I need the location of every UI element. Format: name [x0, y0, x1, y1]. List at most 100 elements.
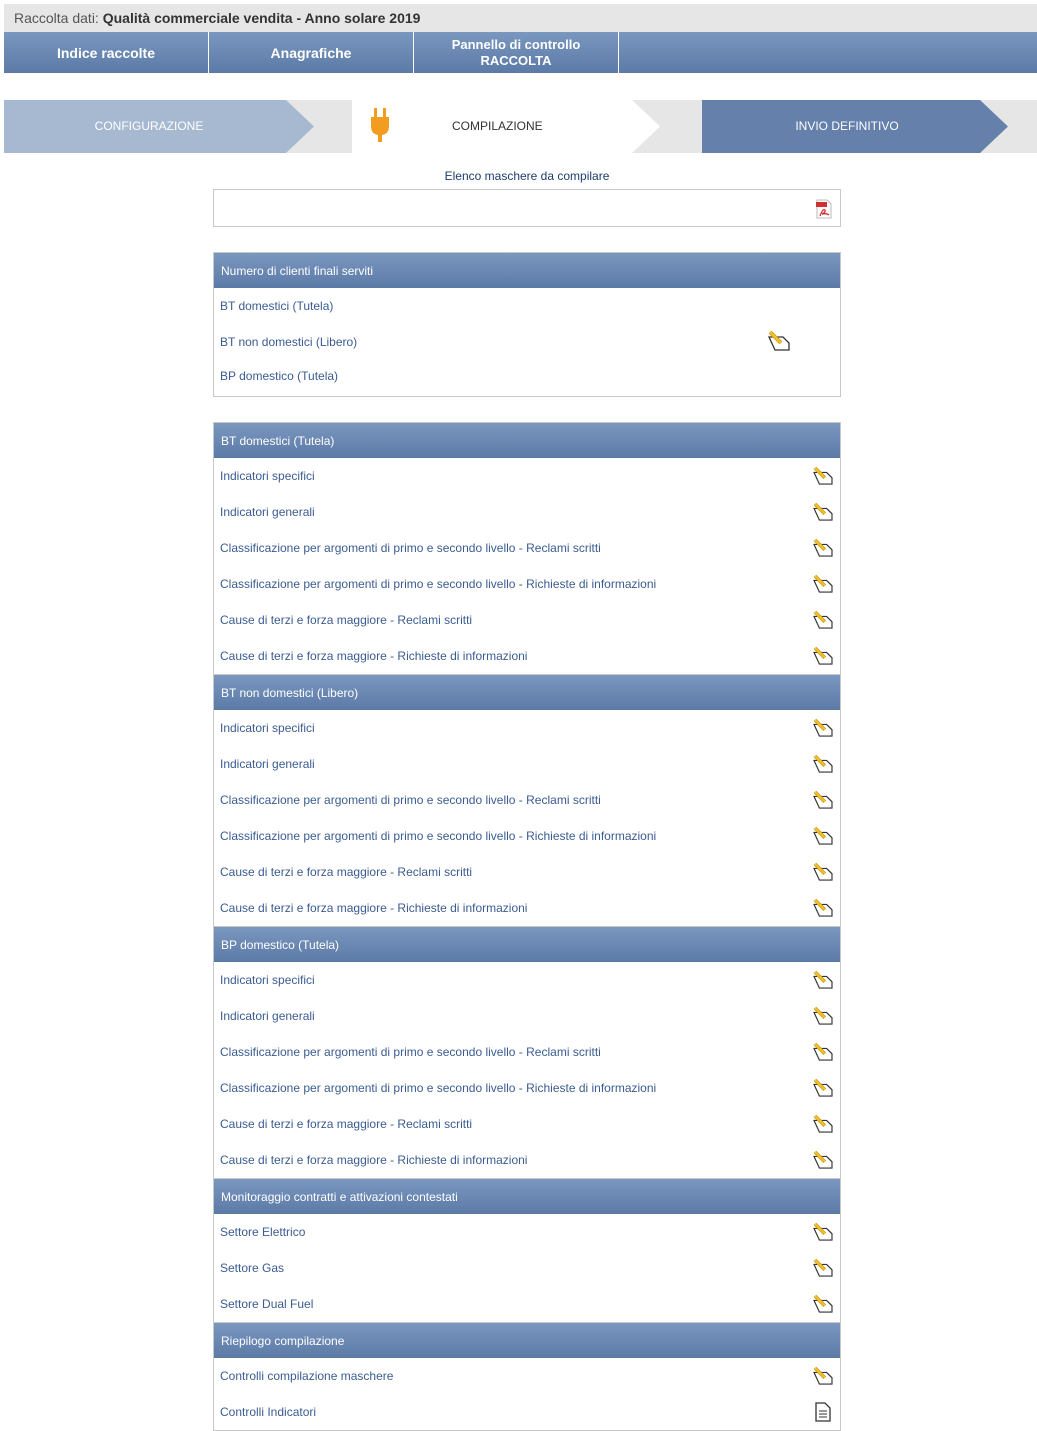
list-item-label: Classificazione per argomenti di primo e…	[220, 577, 657, 591]
edit-icon[interactable]	[812, 1259, 834, 1277]
edit-icon[interactable]	[812, 971, 834, 989]
edit-icon[interactable]	[812, 1115, 834, 1133]
list-item[interactable]: Classificazione per argomenti di primo e…	[214, 530, 840, 566]
section-header: BT non domestici (Libero)	[214, 674, 840, 710]
list-item-label: Cause di terzi e forza maggiore - Reclam…	[220, 1117, 473, 1131]
list-item-label: Cause di terzi e forza maggiore - Richie…	[220, 901, 528, 915]
list-item[interactable]: Settore Elettrico	[214, 1214, 840, 1250]
nav-pannello-line2: RACCOLTA	[480, 52, 552, 68]
section-header: Riepilogo compilazione	[214, 1322, 840, 1358]
list-item-label: Classificazione per argomenti di primo e…	[220, 793, 601, 807]
section-header: BP domestico (Tutela)	[214, 926, 840, 962]
edit-icon[interactable]	[812, 1007, 834, 1025]
edit-icon[interactable]	[812, 791, 834, 809]
edit-icon[interactable]	[812, 1367, 834, 1385]
list-item[interactable]: Classificazione per argomenti di primo e…	[214, 1070, 840, 1106]
step-compilazione-label: COMPILAZIONE	[452, 119, 543, 133]
list-item[interactable]: BT domestici (Tutela)	[214, 288, 840, 324]
list-item[interactable]: Controlli Indicatori	[214, 1394, 840, 1430]
list-item-label: Settore Dual Fuel	[220, 1297, 314, 1311]
edit-icon[interactable]	[812, 467, 834, 485]
list-item[interactable]: Indicatori generali	[214, 998, 840, 1034]
list-item-label: Settore Gas	[220, 1261, 285, 1275]
nav-pannello-line1: Pannello di controllo	[451, 36, 581, 52]
main-nav: Indice raccolte Anagrafiche Pannello di …	[4, 32, 1037, 73]
list-item-label: Indicatori specifici	[220, 973, 315, 987]
list-item-label: Indicatori generali	[220, 1009, 315, 1023]
list-item[interactable]: BP domestico (Tutela)	[214, 358, 840, 394]
document-icon[interactable]	[814, 1402, 832, 1422]
edit-icon[interactable]	[812, 1223, 834, 1241]
list-item-label: Settore Elettrico	[220, 1225, 306, 1239]
list-item-label: Indicatori specifici	[220, 469, 315, 483]
list-item-bt-non-domestici[interactable]: BT non domestici (Libero)	[214, 324, 840, 358]
step-compilazione: COMPILAZIONE	[352, 100, 702, 153]
step-invio-label: INVIO DEFINITIVO	[795, 119, 899, 133]
section-header: BT domestici (Tutela)	[214, 422, 840, 458]
list-item-label: Classificazione per argomenti di primo e…	[220, 1045, 601, 1059]
list-item-label: Cause di terzi e forza maggiore - Richie…	[220, 649, 528, 663]
list-item-label: Controlli Indicatori	[220, 1405, 317, 1419]
list-item[interactable]: Classificazione per argomenti di primo e…	[214, 782, 840, 818]
edit-icon[interactable]	[812, 575, 834, 593]
nav-indice-raccolte[interactable]: Indice raccolte	[4, 32, 209, 73]
list-item-label: Classificazione per argomenti di primo e…	[220, 829, 657, 843]
list-item[interactable]: Indicatori generali	[214, 494, 840, 530]
list-item-label: Cause di terzi e forza maggiore - Reclam…	[220, 613, 473, 627]
list-item[interactable]: Settore Dual Fuel	[214, 1286, 840, 1322]
elenco-title: Elenco maschere da compilare	[444, 169, 610, 183]
step-separator	[632, 100, 702, 153]
section-header: Numero di clienti finali serviti	[214, 252, 840, 288]
list-item[interactable]: Cause di terzi e forza maggiore - Reclam…	[214, 854, 840, 890]
nav-anagrafiche[interactable]: Anagrafiche	[209, 32, 414, 73]
edit-icon[interactable]	[812, 719, 834, 737]
section-header: Monitoraggio contratti e attivazioni con…	[214, 1178, 840, 1214]
edit-icon[interactable]	[812, 1295, 834, 1313]
list-item[interactable]: Classificazione per argomenti di primo e…	[214, 1034, 840, 1070]
step-configurazione-label: CONFIGURAZIONE	[94, 119, 204, 133]
edit-icon[interactable]	[812, 539, 834, 557]
list-item-label: Controlli compilazione maschere	[220, 1369, 394, 1383]
panel-numero-clienti: Numero di clienti finali serviti BT dome…	[213, 252, 841, 397]
pdf-icon[interactable]	[814, 199, 834, 219]
edit-icon[interactable]	[767, 331, 791, 351]
page-title: Qualità commerciale vendita - Anno solar…	[102, 10, 421, 26]
edit-icon[interactable]	[812, 1043, 834, 1061]
list-item[interactable]: Indicatori specifici	[214, 458, 840, 494]
edit-icon[interactable]	[812, 611, 834, 629]
list-item[interactable]: Settore Gas	[214, 1250, 840, 1286]
edit-icon[interactable]	[812, 1079, 834, 1097]
list-item-label: Cause di terzi e forza maggiore - Richie…	[220, 1153, 528, 1167]
list-item[interactable]: Classificazione per argomenti di primo e…	[214, 818, 840, 854]
list-item[interactable]: Indicatori generali	[214, 746, 840, 782]
plug-icon	[371, 108, 389, 142]
step-configurazione[interactable]: CONFIGURAZIONE	[4, 100, 352, 153]
edit-icon[interactable]	[812, 755, 834, 773]
nav-pannello-controllo[interactable]: Pannello di controllo RACCOLTA	[414, 32, 619, 73]
list-item[interactable]: Classificazione per argomenti di primo e…	[214, 566, 840, 602]
list-item[interactable]: Indicatori specifici	[214, 962, 840, 998]
list-item[interactable]: Cause di terzi e forza maggiore - Richie…	[214, 638, 840, 674]
edit-icon[interactable]	[812, 863, 834, 881]
list-item-label: Classificazione per argomenti di primo e…	[220, 1081, 657, 1095]
edit-icon[interactable]	[812, 899, 834, 917]
progress-steps: CONFIGURAZIONE COMPILAZIONE INVIO DEFINI…	[4, 100, 1037, 153]
edit-icon[interactable]	[812, 827, 834, 845]
list-item[interactable]: Cause di terzi e forza maggiore - Reclam…	[214, 1106, 840, 1142]
title-bar: Raccolta dati: Qualità commerciale vendi…	[4, 4, 1037, 32]
panel-maschere: BT domestici (Tutela) Indicatori specific…	[213, 422, 841, 1431]
list-item[interactable]: Indicatori specifici	[214, 710, 840, 746]
step-invio-definitivo[interactable]: INVIO DEFINITIVO	[702, 100, 1037, 153]
list-item[interactable]: Cause di terzi e forza maggiore - Reclam…	[214, 602, 840, 638]
edit-icon[interactable]	[812, 503, 834, 521]
list-item[interactable]: Cause di terzi e forza maggiore - Richie…	[214, 1142, 840, 1178]
title-prefix: Raccolta dati:	[14, 10, 99, 26]
list-item-label: Cause di terzi e forza maggiore - Reclam…	[220, 865, 473, 879]
list-item-label: Indicatori generali	[220, 505, 315, 519]
list-item-label: Indicatori specifici	[220, 721, 315, 735]
list-item[interactable]: Controlli compilazione maschere	[214, 1358, 840, 1394]
list-item-label: BT non domestici (Libero)	[220, 335, 358, 349]
edit-icon[interactable]	[812, 1151, 834, 1169]
list-item[interactable]: Cause di terzi e forza maggiore - Richie…	[214, 890, 840, 926]
edit-icon[interactable]	[812, 647, 834, 665]
